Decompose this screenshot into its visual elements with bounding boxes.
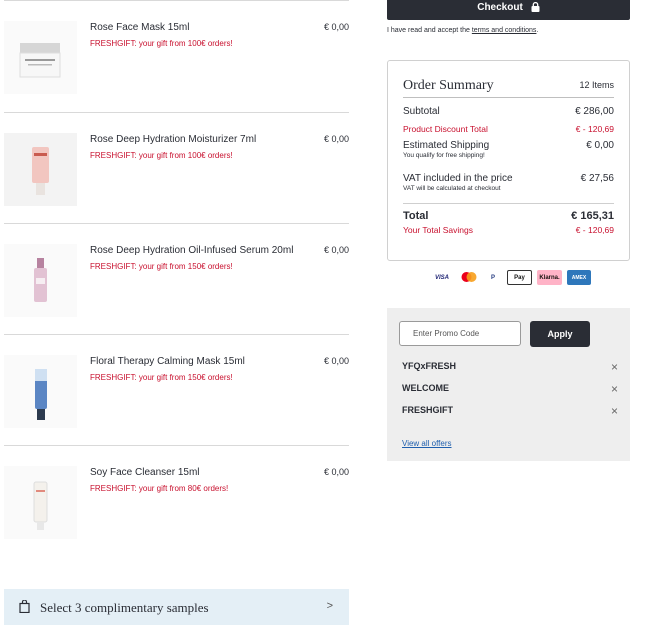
discount-value: € - 120,69 [575, 124, 614, 134]
promo-code-input[interactable] [399, 321, 521, 346]
product-image-tube [32, 147, 49, 195]
vat-note: VAT will be calculated at checkout [403, 185, 501, 192]
discount-row: Product Discount Total € - 120,69 [403, 124, 614, 134]
amex-icon: AMEX [567, 270, 591, 285]
product-price: € 0,00 [323, 245, 349, 255]
product-name[interactable]: Floral Therapy Calming Mask 15ml [90, 356, 300, 367]
gift-note: FRESHGIFT: your gift from 150€ orders! [90, 262, 233, 271]
promo-panel: Apply YFQxFRESH × WELCOME × FRESHGIFT × … [387, 308, 630, 461]
select-samples-button[interactable]: Select 3 complimentary samples > [4, 589, 349, 625]
product-thumbnail[interactable] [4, 133, 77, 206]
product-name[interactable]: Soy Face Cleanser 15ml [90, 467, 300, 478]
remove-code-icon[interactable]: × [611, 404, 618, 418]
promo-code-label: FRESHGIFT [402, 405, 453, 415]
shipping-note: You qualify for free shipping! [403, 152, 485, 159]
visa-icon: VISA [434, 274, 449, 281]
cart-item: Soy Face Cleanser 15ml FRESHGIFT: your g… [4, 445, 349, 557]
shipping-label: Estimated Shipping [403, 140, 490, 151]
savings-label: Your Total Savings [403, 225, 473, 235]
shipping-row: Estimated Shipping € 0,00 You qualify fo… [403, 140, 614, 159]
terms-link[interactable]: terms and conditions [472, 27, 537, 34]
vat-value: € 27,56 [580, 173, 614, 184]
subtotal-label: Subtotal [403, 106, 440, 117]
terms-suffix: . [536, 27, 539, 34]
cart-item: Floral Therapy Calming Mask 15ml FRESHGI… [4, 334, 349, 446]
savings-value: € - 120,69 [575, 225, 614, 235]
payment-methods: VISA P Pay Klarna. AMEX [430, 270, 591, 285]
product-image-mask-tube [35, 369, 47, 420]
order-summary: Order Summary 12 Items Subtotal € 286,00… [387, 60, 630, 261]
cart-item: Rose Deep Hydration Moisturizer 7ml FRES… [4, 112, 349, 224]
subtotal-value: € 286,00 [575, 106, 614, 117]
product-price: € 0,00 [323, 356, 349, 366]
samples-label: Select 3 complimentary samples [40, 600, 209, 615]
promo-code-item: YFQxFRESH × [402, 360, 618, 374]
subtotal-row: Subtotal € 286,00 [403, 106, 614, 117]
total-label: Total [403, 210, 429, 222]
applepay-icon: Pay [507, 270, 532, 285]
cart-item: Rose Face Mask 15ml FRESHGIFT: your gift… [4, 0, 349, 112]
promo-code-label: WELCOME [402, 383, 449, 393]
gift-note: FRESHGIFT: your gift from 100€ orders! [90, 39, 233, 48]
item-count: 12 Items [579, 80, 614, 90]
divider [403, 97, 614, 98]
product-price: € 0,00 [323, 467, 349, 477]
product-price: € 0,00 [323, 134, 349, 144]
product-thumbnail[interactable] [4, 21, 77, 94]
product-thumbnail[interactable] [4, 244, 77, 317]
checkout-button[interactable]: Checkout [387, 0, 630, 20]
gift-note: FRESHGIFT: your gift from 150€ orders! [90, 373, 233, 382]
product-image-cleanser [33, 481, 48, 530]
promo-code-item: WELCOME × [402, 382, 618, 396]
product-price: € 0,00 [323, 22, 349, 32]
shipping-value: € 0,00 [586, 140, 614, 151]
divider [403, 203, 614, 204]
total-row: Total € 165,31 [403, 210, 614, 222]
gift-note: FRESHGIFT: your gift from 80€ orders! [90, 484, 229, 493]
product-name[interactable]: Rose Deep Hydration Oil-Infused Serum 20… [90, 245, 300, 256]
klarna-icon: Klarna. [537, 270, 562, 285]
apply-button[interactable]: Apply [530, 321, 590, 347]
product-name[interactable]: Rose Face Mask 15ml [90, 22, 300, 33]
product-image-bottle [34, 258, 47, 302]
savings-row: Your Total Savings € - 120,69 [403, 225, 614, 235]
vat-label: VAT included in the price [403, 173, 513, 184]
cart-item: Rose Deep Hydration Oil-Infused Serum 20… [4, 223, 349, 335]
shopping-bag-icon [19, 600, 30, 613]
chevron-right-icon: > [326, 600, 333, 612]
promo-code-label: YFQxFRESH [402, 361, 457, 371]
view-offers-link[interactable]: View all offers [402, 439, 452, 448]
summary-title: Order Summary [403, 78, 494, 93]
mastercard-icon [461, 272, 477, 282]
discount-label: Product Discount Total [403, 124, 488, 134]
terms-text: I have read and accept the terms and con… [387, 27, 538, 34]
remove-code-icon[interactable]: × [611, 382, 618, 396]
remove-code-icon[interactable]: × [611, 360, 618, 374]
vat-row: VAT included in the price € 27,56 VAT wi… [403, 173, 614, 192]
gift-note: FRESHGIFT: your gift from 100€ orders! [90, 151, 233, 160]
lock-icon [531, 2, 540, 12]
product-name[interactable]: Rose Deep Hydration Moisturizer 7ml [90, 134, 300, 145]
terms-prefix: I have read and accept the [387, 27, 472, 34]
paypal-icon: P [490, 274, 495, 281]
product-thumbnail[interactable] [4, 466, 77, 539]
product-image-jar [19, 43, 61, 78]
checkout-label: Checkout [477, 1, 523, 13]
total-value: € 165,31 [571, 210, 614, 222]
promo-code-item: FRESHGIFT × [402, 404, 618, 418]
product-thumbnail[interactable] [4, 355, 77, 428]
